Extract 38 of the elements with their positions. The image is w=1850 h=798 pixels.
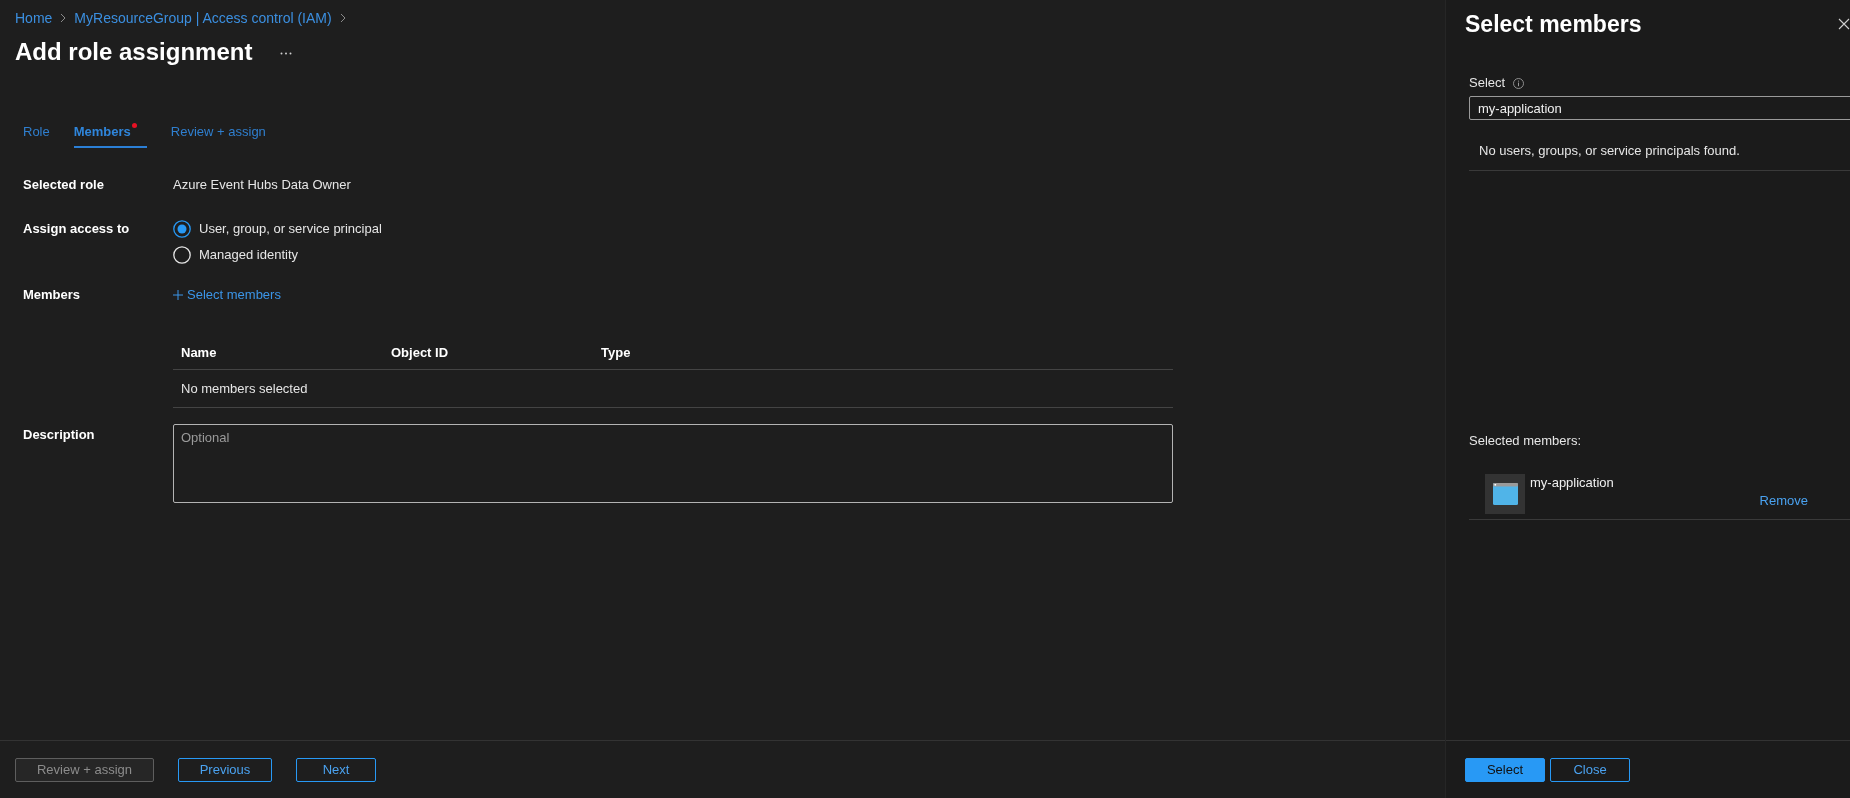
info-icon[interactable] — [1513, 77, 1525, 89]
radio-option[interactable]: Managed identity — [173, 245, 382, 265]
outline-button[interactable]: Close — [1550, 758, 1630, 782]
field-value: Azure Event Hubs Data Owner — [173, 176, 351, 195]
breadcrumb-link[interactable]: Home — [15, 9, 53, 27]
remove-link[interactable]: Remove — [1759, 492, 1808, 510]
close-icon[interactable] — [1838, 18, 1850, 30]
field-label: Description — [23, 426, 96, 444]
table-cell-text: No members selected — [180, 379, 308, 398]
search-field[interactable]: my-application — [1469, 96, 1850, 120]
outline-button[interactable]: Previous — [178, 758, 272, 782]
member-name: my-application — [1530, 474, 1614, 492]
tab[interactable]: Review + assign — [170, 122, 266, 148]
column-header: Object ID — [390, 344, 450, 363]
tab[interactable]: Role — [23, 122, 50, 148]
tab[interactable]: Members — [73, 122, 147, 148]
chevron-right-icon — [60, 13, 67, 23]
field-label: Members — [23, 286, 82, 305]
outline-button[interactable]: Next — [296, 758, 376, 782]
more-icon[interactable] — [280, 51, 293, 55]
section-heading: Selected members: — [1469, 432, 1581, 450]
column-header: Name — [180, 344, 218, 363]
field-label: Select — [1469, 74, 1506, 93]
chevron-right-icon — [339, 13, 346, 23]
field-label: Assign access to — [23, 220, 131, 238]
plus-icon — [173, 290, 183, 300]
panel-title: Select members — [1465, 9, 1642, 39]
empty-message: No users, groups, or service principals found. — [1479, 142, 1740, 161]
radio-icon[interactable] — [173, 220, 191, 238]
page-title: Add role assignment — [15, 37, 253, 67]
app-window-icon — [1485, 474, 1525, 514]
primary-button[interactable]: Select — [1465, 758, 1545, 782]
select-members-link[interactable]: Select members — [173, 285, 281, 305]
radio-option[interactable]: User, group, or service principal — [173, 219, 382, 239]
field-label: Selected role — [23, 176, 105, 195]
breadcrumb-link[interactable]: MyResourceGroup | Access control (IAM) — [74, 9, 332, 27]
description-field[interactable]: Optional — [173, 424, 1173, 503]
column-header: Type — [600, 344, 631, 363]
